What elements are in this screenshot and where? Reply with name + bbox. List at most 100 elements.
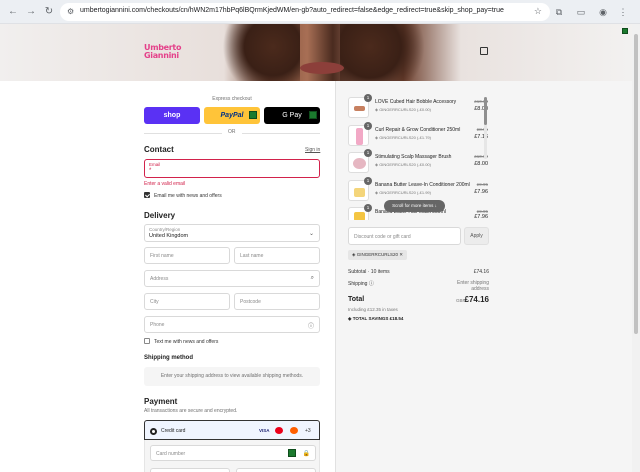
card-number-input[interactable]: Card number 🔒 bbox=[150, 445, 316, 461]
item-original-price: £10.00 bbox=[474, 99, 488, 104]
shopping-bag-icon[interactable] bbox=[480, 47, 488, 55]
shop-pay-label: shop bbox=[163, 112, 181, 119]
quantity-badge: 1 bbox=[364, 177, 372, 185]
divider-line-left bbox=[144, 133, 222, 134]
help-icon[interactable]: ⓘ bbox=[308, 321, 314, 330]
quantity-badge: 1 bbox=[364, 149, 372, 157]
last-name-placeholder: Last name bbox=[240, 253, 264, 259]
scroll-hint-label: Scroll for more items bbox=[392, 203, 434, 208]
subtotal-label: Subtotal · 10 items bbox=[348, 269, 390, 275]
or-label: OR bbox=[228, 129, 236, 135]
brand-logo[interactable]: Umberto Giannini bbox=[144, 44, 181, 60]
site-info-icon[interactable]: ⚙ bbox=[67, 7, 77, 17]
page-scrollbar[interactable] bbox=[632, 24, 640, 472]
profile-icon[interactable]: ◉ bbox=[596, 5, 610, 19]
item-name: Stimulating Scalp Massager Brush bbox=[375, 154, 452, 160]
hero-hair-left bbox=[210, 24, 300, 81]
email-value: * bbox=[149, 168, 152, 174]
paypal-button[interactable]: PayPal bbox=[204, 107, 260, 124]
scroll-more-items-button[interactable]: Scroll for more items ↓ bbox=[384, 200, 445, 212]
logo-line-2: Giannini bbox=[144, 51, 179, 60]
item-price: £8.00 bbox=[474, 106, 488, 112]
email-error: Enter a valid email bbox=[144, 181, 186, 187]
lock-icon: 🔒 bbox=[302, 451, 310, 457]
extensions-icon[interactable]: ⧉ bbox=[552, 5, 566, 19]
quantity-badge: 1 bbox=[364, 94, 372, 102]
item-original-price: £8.95 bbox=[476, 127, 488, 132]
country-value: United Kingdom bbox=[149, 233, 189, 239]
info-icon[interactable]: ⓘ bbox=[369, 281, 374, 287]
more-cards-badge: +3 bbox=[305, 428, 311, 434]
cart-item: 1 LOVE Cubed Hair Bobble Accessory GINGE… bbox=[348, 94, 488, 119]
address-placeholder: Address bbox=[150, 276, 169, 282]
product-image bbox=[354, 106, 365, 111]
apply-button[interactable]: Apply bbox=[464, 227, 489, 245]
total-value: £74.16 bbox=[464, 295, 489, 304]
cart-item: 1 Curl Repair & Grow Conditioner 250ml G… bbox=[348, 122, 488, 147]
google-pay-label: G Pay bbox=[282, 112, 302, 119]
security-code-input[interactable] bbox=[236, 468, 316, 472]
address-bar[interactable]: ⚙ umbertogiannini.com/checkouts/cn/hWN2m… bbox=[60, 3, 550, 21]
product-image bbox=[354, 212, 365, 220]
country-select[interactable]: Country/Region United Kingdom ⌄ bbox=[144, 224, 320, 242]
order-summary: 1 LOVE Cubed Hair Bobble Accessory GINGE… bbox=[335, 81, 632, 472]
postcode-input[interactable]: Postcode bbox=[234, 293, 320, 310]
sign-in-link[interactable]: Sign in bbox=[305, 147, 320, 153]
extension-badge-icon bbox=[622, 28, 628, 34]
cart-scrollbar-thumb[interactable] bbox=[484, 97, 487, 125]
total-savings: ◈ TOTAL SAVINGS £18.54 bbox=[348, 316, 403, 322]
search-icon: ⌕ bbox=[310, 275, 314, 281]
address-input[interactable]: Address ⌕ bbox=[144, 270, 320, 287]
forward-icon[interactable]: → bbox=[24, 5, 38, 19]
hero-banner bbox=[0, 24, 640, 81]
expiry-input[interactable] bbox=[150, 468, 230, 472]
city-input[interactable]: City bbox=[144, 293, 230, 310]
credit-card-radio[interactable] bbox=[150, 428, 157, 435]
text-me-checkbox[interactable] bbox=[144, 338, 150, 344]
credit-card-option[interactable]: Credit card VISA +3 bbox=[144, 420, 320, 440]
maestro-icon bbox=[290, 427, 298, 434]
last-name-input[interactable]: Last name bbox=[234, 247, 320, 264]
product-image bbox=[353, 158, 366, 169]
back-icon[interactable]: ← bbox=[6, 5, 20, 19]
mastercard-icon bbox=[275, 427, 283, 434]
side-panel-icon[interactable]: ▭ bbox=[574, 5, 588, 19]
payment-heading: Payment bbox=[144, 397, 178, 406]
quantity-badge: 1 bbox=[364, 122, 372, 130]
delivery-heading: Delivery bbox=[144, 211, 176, 220]
hero-hair-right bbox=[340, 24, 440, 81]
item-price: £7.96 bbox=[474, 189, 488, 195]
payment-secure-note: All transactions are secure and encrypte… bbox=[144, 408, 238, 414]
cart-item: 1 Banana Butter Leave-In Conditioner 200… bbox=[348, 177, 488, 202]
email-label: Email bbox=[149, 162, 161, 167]
divider-line-right bbox=[242, 133, 320, 134]
country-label: Country/Region bbox=[149, 227, 181, 232]
reload-icon[interactable]: ↻ bbox=[42, 5, 56, 19]
first-name-input[interactable]: First name bbox=[144, 247, 230, 264]
phone-input[interactable]: Phone ⓘ bbox=[144, 316, 320, 333]
shop-pay-button[interactable]: shop bbox=[144, 107, 200, 124]
applied-code: GINGERRCURLS20 bbox=[356, 252, 398, 257]
credit-card-label: Credit card bbox=[161, 428, 186, 434]
url-text: umbertogiannini.com/checkouts/cn/hWN2m17… bbox=[80, 7, 504, 14]
paypal-label: PayPal bbox=[220, 112, 244, 119]
total-label: Total bbox=[348, 296, 365, 303]
google-pay-button[interactable]: G Pay bbox=[264, 107, 320, 124]
postcode-placeholder: Postcode bbox=[240, 299, 261, 305]
shipping-label-text: Shipping bbox=[348, 281, 368, 287]
item-price: £7.16 bbox=[474, 134, 488, 140]
or-divider: OR bbox=[144, 129, 320, 137]
card-number-placeholder: Card number bbox=[156, 451, 186, 457]
page-scrollbar-thumb[interactable] bbox=[634, 34, 638, 334]
email-field[interactable]: Email * bbox=[144, 159, 320, 178]
gpay-extension-icon bbox=[309, 111, 317, 119]
phone-placeholder: Phone bbox=[150, 322, 165, 328]
menu-icon[interactable]: ⋮ bbox=[616, 5, 630, 19]
discount-code-input[interactable]: Discount code or gift card bbox=[348, 227, 461, 245]
remove-discount-icon[interactable]: ✕ bbox=[399, 252, 403, 257]
city-placeholder: City bbox=[150, 299, 159, 305]
shipping-label: Shipping ⓘ bbox=[348, 280, 374, 287]
newsletter-checkbox[interactable] bbox=[144, 192, 150, 198]
visa-icon: VISA bbox=[259, 428, 270, 433]
bookmark-star-icon[interactable]: ☆ bbox=[534, 6, 542, 17]
